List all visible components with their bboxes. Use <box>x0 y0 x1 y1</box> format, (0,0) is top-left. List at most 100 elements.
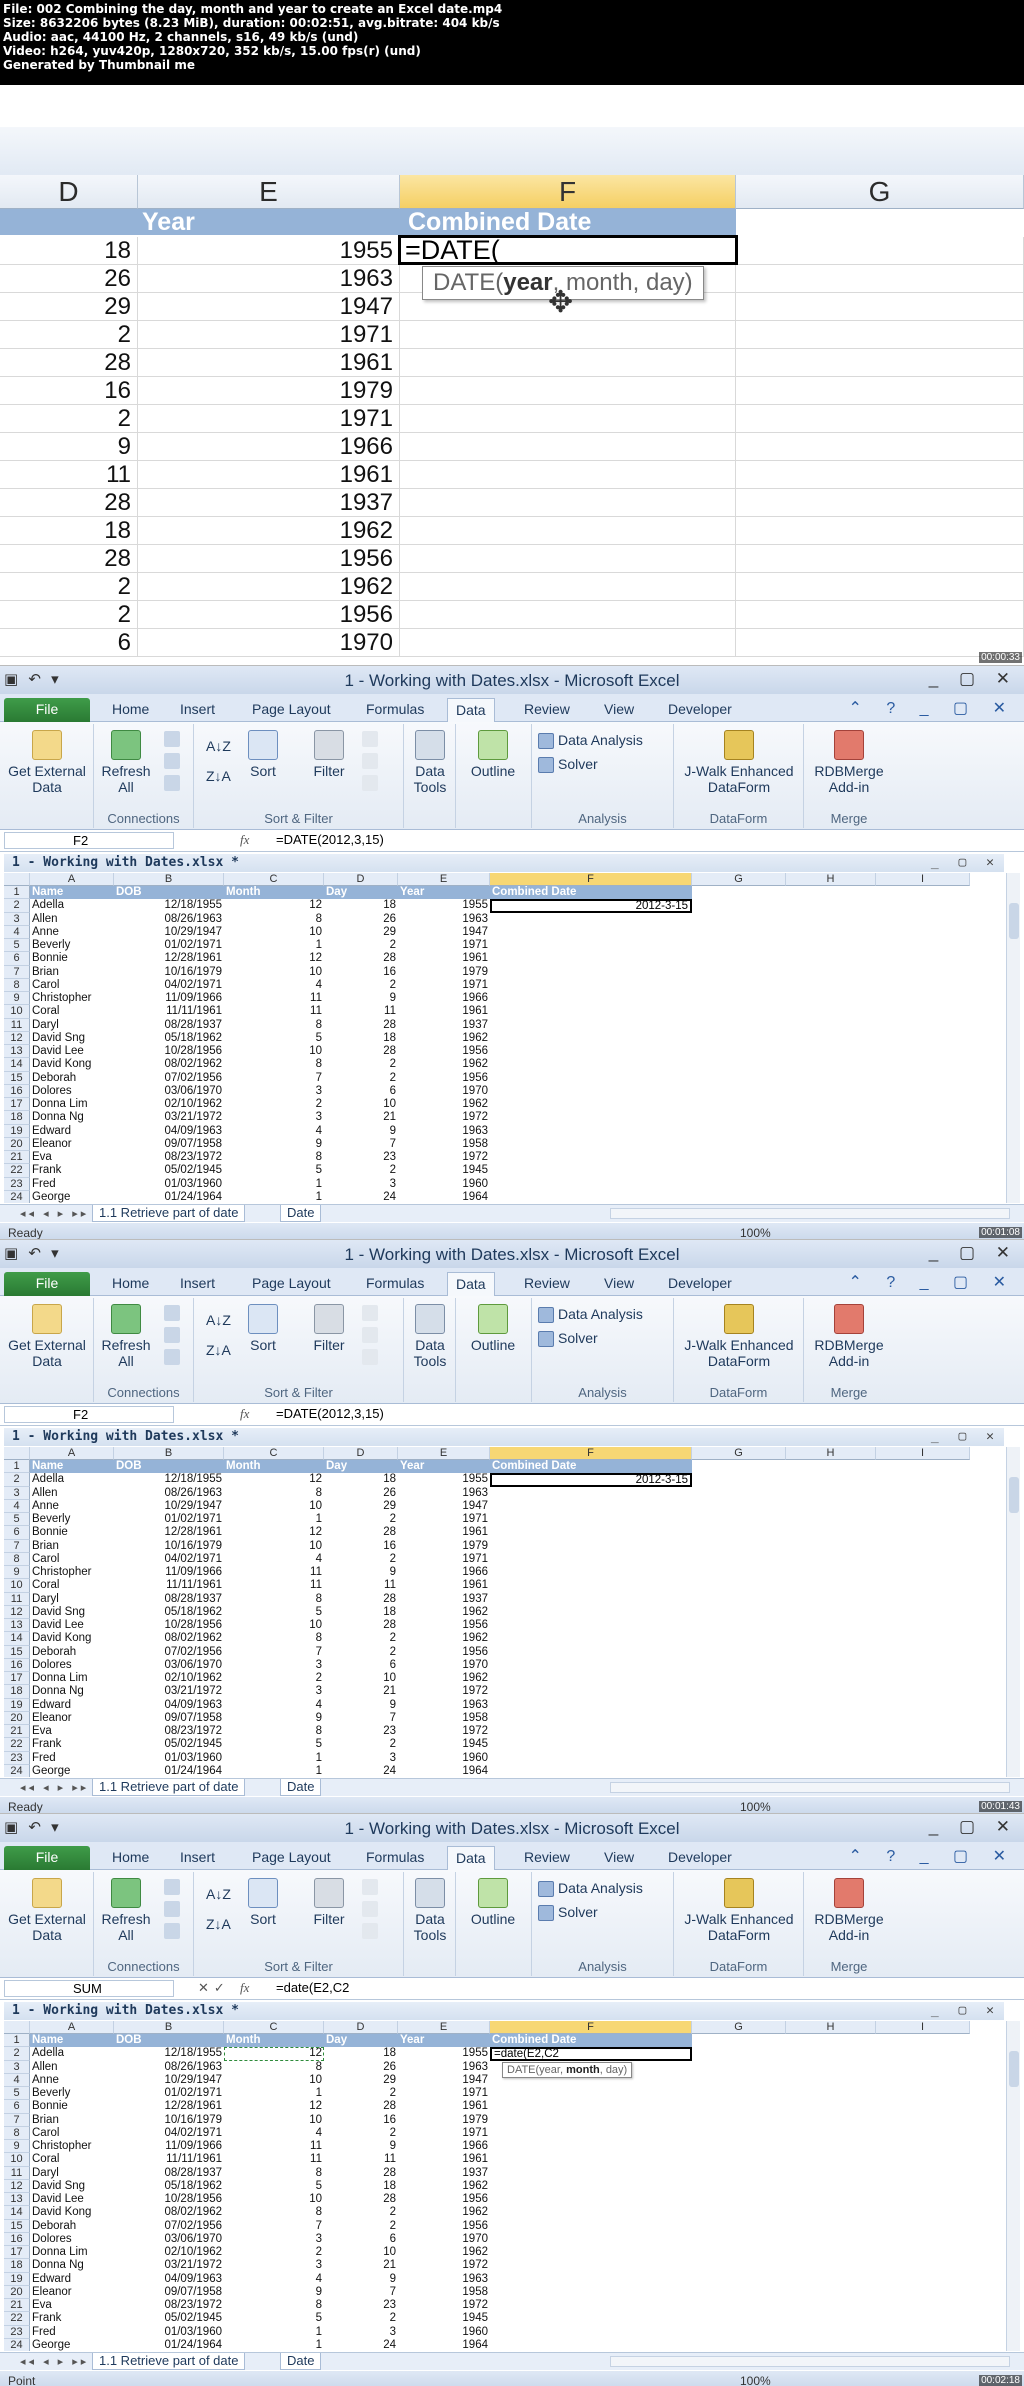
table-cell[interactable]: Daryl <box>30 1019 114 1032</box>
tab-review[interactable]: Review <box>516 1846 578 1870</box>
table-cell[interactable]: David Sng <box>30 1606 114 1619</box>
row-header[interactable]: 6 <box>4 952 30 966</box>
row-header[interactable]: 20 <box>4 1137 30 1151</box>
table-cell[interactable]: 11 <box>224 992 324 1005</box>
zoom-cell-year[interactable]: 1970 <box>138 629 400 657</box>
table-cell[interactable]: 1979 <box>398 1540 490 1553</box>
table-cell[interactable]: 1963 <box>398 913 490 926</box>
table-cell[interactable]: 1956 <box>398 1619 490 1632</box>
table-cell[interactable]: Bonnie <box>30 1526 114 1539</box>
table-cell[interactable]: 05/18/1962 <box>114 1032 224 1045</box>
table-cell[interactable]: 7 <box>324 1138 398 1151</box>
table-cell[interactable]: David Sng <box>30 2180 114 2193</box>
zoom-cell-combined[interactable] <box>400 545 736 573</box>
table-cell[interactable]: 03/06/1970 <box>114 1085 224 1098</box>
data-analysis-button[interactable]: Data Analysis <box>538 1880 643 1898</box>
table-cell[interactable]: 2 <box>224 1098 324 1111</box>
table-cell[interactable]: 12 <box>224 899 324 912</box>
jwalk-dataform-button[interactable]: J-Walk Enhanced DataForm <box>676 730 802 795</box>
table-cell[interactable]: 1962 <box>398 2180 490 2193</box>
table-cell[interactable]: 1962 <box>398 2206 490 2219</box>
row-header[interactable]: 6 <box>4 2100 30 2114</box>
zoom-cell-day[interactable]: 2 <box>0 601 138 629</box>
table-cell[interactable]: 08/28/1937 <box>114 2167 224 2180</box>
data-tools-button[interactable]: Data Tools <box>406 1878 454 1943</box>
row-header[interactable]: 24 <box>4 1764 30 1777</box>
table-cell[interactable]: 10/29/1947 <box>114 2074 224 2087</box>
table-cell[interactable]: 8 <box>224 1487 324 1500</box>
zoom-cell-year[interactable]: 1971 <box>138 405 400 433</box>
zoom-cell-day[interactable]: 9 <box>0 433 138 461</box>
table-cell[interactable]: 1963 <box>398 1699 490 1712</box>
zoom-cell-day[interactable]: 6 <box>0 629 138 657</box>
table-cell[interactable]: 3 <box>224 1111 324 1124</box>
table-cell[interactable]: 09/07/1958 <box>114 1138 224 1151</box>
row-header[interactable]: 13 <box>4 1619 30 1633</box>
table-cell[interactable]: Frank <box>30 2312 114 2325</box>
zoom-cell-day[interactable]: 2 <box>0 573 138 601</box>
table-cell[interactable]: 08/02/1962 <box>114 2206 224 2219</box>
table-cell[interactable]: Edward <box>30 1699 114 1712</box>
table-cell[interactable]: Donna Ng <box>30 2259 114 2272</box>
table-cell[interactable]: 3 <box>324 2326 398 2339</box>
table-cell[interactable]: 6 <box>324 1659 398 1672</box>
table-cell[interactable]: 1962 <box>398 1632 490 1645</box>
table-cell[interactable]: 28 <box>324 952 398 965</box>
table-cell[interactable]: 8 <box>224 1151 324 1164</box>
table-cell[interactable]: 24 <box>324 2339 398 2351</box>
edit-links-icon[interactable] <box>164 1348 184 1366</box>
formula-input[interactable]: =DATE(2012,3,15) <box>276 1406 1008 1423</box>
table-cell[interactable]: 08/28/1937 <box>114 1019 224 1032</box>
zoom-cell-day[interactable]: 26 <box>0 265 138 293</box>
tab-home[interactable]: Home <box>104 698 157 722</box>
table-cell[interactable]: 21 <box>324 1111 398 1124</box>
table-cell[interactable]: Deborah <box>30 2220 114 2233</box>
column-header-f[interactable]: F <box>490 1447 692 1460</box>
column-header-b[interactable]: B <box>114 2021 224 2034</box>
table-cell[interactable]: 10/28/1956 <box>114 1619 224 1632</box>
table-cell[interactable]: 1971 <box>398 2087 490 2100</box>
zoom-cell-combined[interactable] <box>400 601 736 629</box>
table-cell[interactable]: 01/03/1960 <box>114 2326 224 2339</box>
sheet-tab-date[interactable]: Date <box>280 1779 322 1796</box>
table-cell[interactable]: 8 <box>224 1019 324 1032</box>
table-cell[interactable]: 08/28/1937 <box>114 1593 224 1606</box>
zoom-cell-year[interactable]: 1955 <box>138 237 400 265</box>
column-header-c[interactable]: C <box>224 873 324 886</box>
table-cell[interactable]: 1956 <box>398 2220 490 2233</box>
tab-file[interactable]: File <box>4 1272 90 1296</box>
column-header-c[interactable]: C <box>224 2021 324 2034</box>
table-cell[interactable]: 05/18/1962 <box>114 1606 224 1619</box>
table-cell[interactable]: 10/16/1979 <box>114 1540 224 1553</box>
table-cell[interactable]: 2 <box>324 979 398 992</box>
table-cell[interactable]: 08/26/1963 <box>114 2061 224 2074</box>
row-header[interactable]: 18 <box>4 1111 30 1125</box>
advanced-filter-icon[interactable] <box>362 1348 382 1366</box>
properties-icon[interactable] <box>164 752 184 770</box>
zoom-cell-combined[interactable] <box>400 517 736 545</box>
column-header-e[interactable]: E <box>398 873 490 886</box>
table-cell[interactable]: Donna Lim <box>30 2246 114 2259</box>
row-header[interactable]: 17 <box>4 1672 30 1686</box>
row-header[interactable]: 21 <box>4 2299 30 2313</box>
tab-review[interactable]: Review <box>516 1272 578 1296</box>
table-cell[interactable]: 1962 <box>398 1098 490 1111</box>
tab-developer[interactable]: Developer <box>660 1846 740 1870</box>
zoom-cell-year[interactable]: 1979 <box>138 377 400 405</box>
table-cell[interactable]: George <box>30 1191 114 1203</box>
table-cell[interactable]: Adella <box>30 899 114 912</box>
zoom-cell-year[interactable]: 1962 <box>138 517 400 545</box>
outline-button[interactable]: Outline <box>460 1878 526 1927</box>
table-cell[interactable]: 12/18/1955 <box>114 1473 224 1486</box>
sheet-tab-retrieve[interactable]: 1.1 Retrieve part of date <box>92 1779 246 1796</box>
table-cell[interactable]: 1962 <box>398 1606 490 1619</box>
filter-button[interactable]: Filter <box>304 1878 354 1927</box>
table-cell[interactable]: 11 <box>324 1579 398 1592</box>
row-header[interactable]: 22 <box>4 2312 30 2326</box>
zoom-cell-year[interactable]: 1956 <box>138 545 400 573</box>
table-cell[interactable]: 11 <box>224 1005 324 1018</box>
zoom-level[interactable]: 100% <box>740 1226 771 1240</box>
vertical-scrollbar[interactable] <box>1006 2021 1020 2351</box>
row-header[interactable]: 16 <box>4 1084 30 1098</box>
tab-file[interactable]: File <box>4 698 90 722</box>
